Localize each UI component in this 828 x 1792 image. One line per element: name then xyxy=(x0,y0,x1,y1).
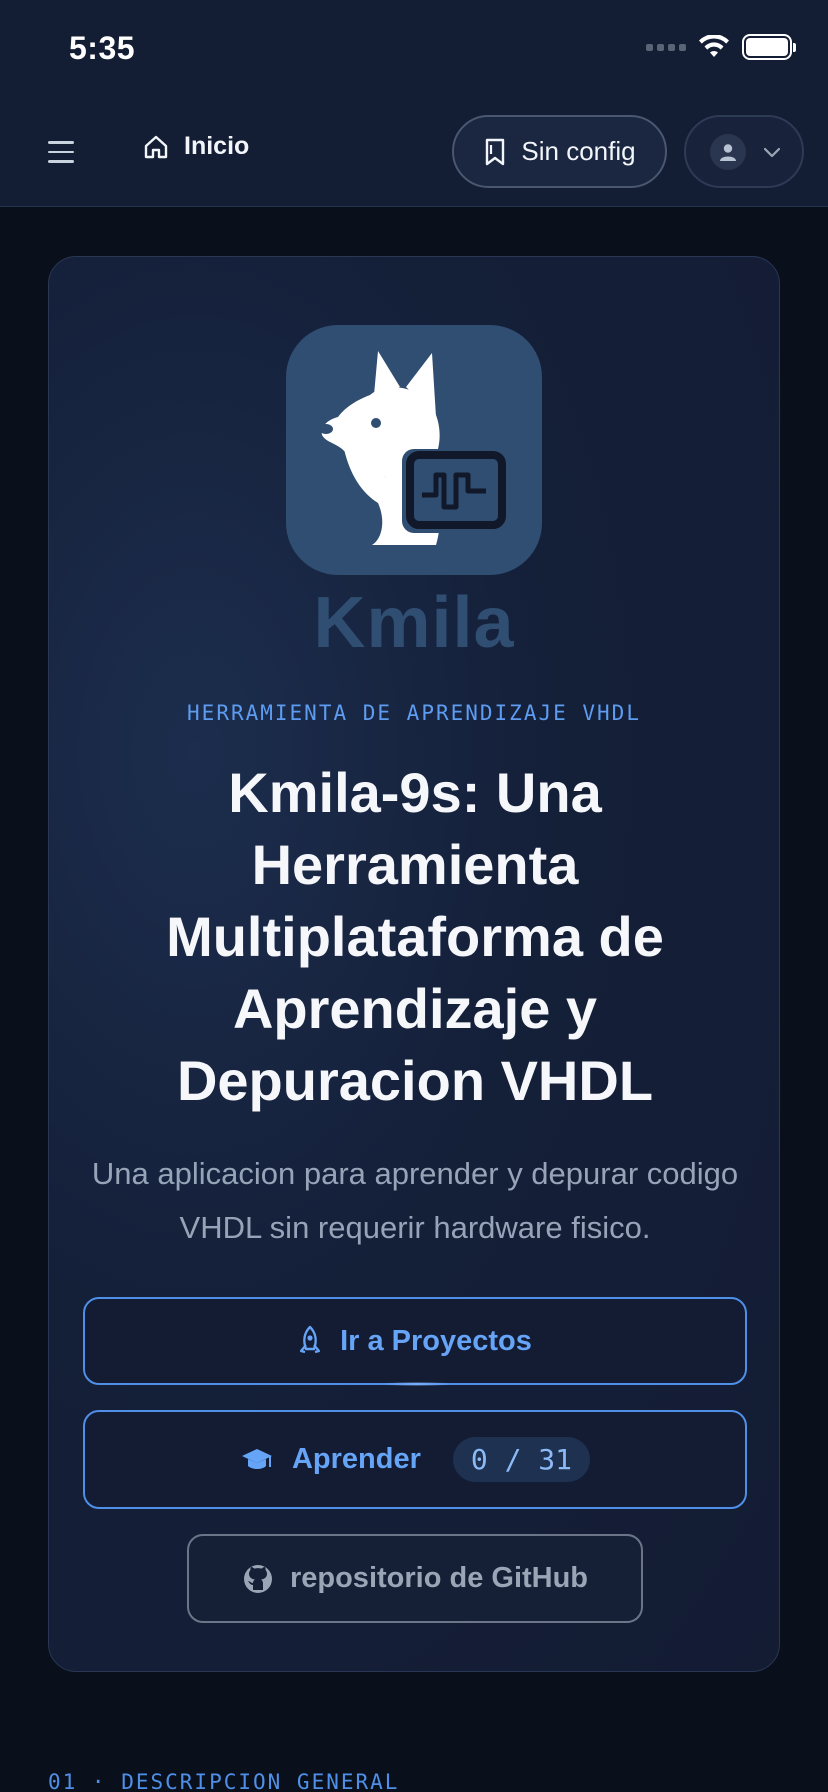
hero-subtitle: Una aplicacion para aprender y depurar c… xyxy=(91,1156,739,1245)
wifi-icon xyxy=(699,35,729,57)
rocket-icon xyxy=(299,1325,321,1354)
github-icon xyxy=(243,1564,272,1593)
page-title: Kmila-9s: Una Herramienta Multiplataform… xyxy=(166,761,664,1112)
home-link[interactable]: Inicio xyxy=(142,132,249,161)
app-logo xyxy=(286,325,542,575)
avatar xyxy=(710,133,746,170)
learn-label: Aprender xyxy=(291,1443,421,1475)
status-time: 5:35 xyxy=(69,30,136,66)
hero-kicker: HERRAMIENTA DE APRENDIZAJE VHDL xyxy=(187,701,641,725)
user-menu-button[interactable] xyxy=(684,115,804,188)
config-label: Sin config xyxy=(521,136,636,166)
bookmark-icon xyxy=(486,138,505,165)
status-icons xyxy=(646,34,796,60)
home-icon xyxy=(144,135,168,158)
section-kicker: 01 · DESCRIPCION GENERAL xyxy=(48,1770,400,1792)
go-to-projects-button[interactable]: Ir a Proyectos xyxy=(83,1297,747,1386)
user-icon xyxy=(720,143,736,161)
button-glow xyxy=(385,1382,449,1386)
terrier-logo-icon xyxy=(319,351,506,545)
home-label: Inicio xyxy=(184,132,250,160)
github-label: repositorio de GitHub xyxy=(289,1562,589,1594)
top-bar: 5:35 Inicio Sin config xyxy=(0,0,828,207)
cellular-signal-icon xyxy=(646,43,686,51)
hero-card: Kmila HERRAMIENTA DE APRENDIZAJE VHDL Km… xyxy=(48,256,780,1672)
learn-button[interactable]: Aprender 0 / 31 xyxy=(83,1410,747,1509)
github-repo-button[interactable]: repositorio de GitHub xyxy=(187,1534,643,1623)
learn-progress-badge: 0 / 31 xyxy=(452,1437,591,1482)
logo-wordmark: Kmila xyxy=(313,583,515,663)
config-button[interactable]: Sin config xyxy=(452,115,667,188)
battery-icon xyxy=(742,34,796,60)
graduation-cap-icon xyxy=(241,1448,272,1469)
chevron-down-icon xyxy=(763,147,781,157)
menu-button[interactable] xyxy=(48,136,80,168)
go-to-projects-label: Ir a Proyectos xyxy=(340,1324,532,1357)
